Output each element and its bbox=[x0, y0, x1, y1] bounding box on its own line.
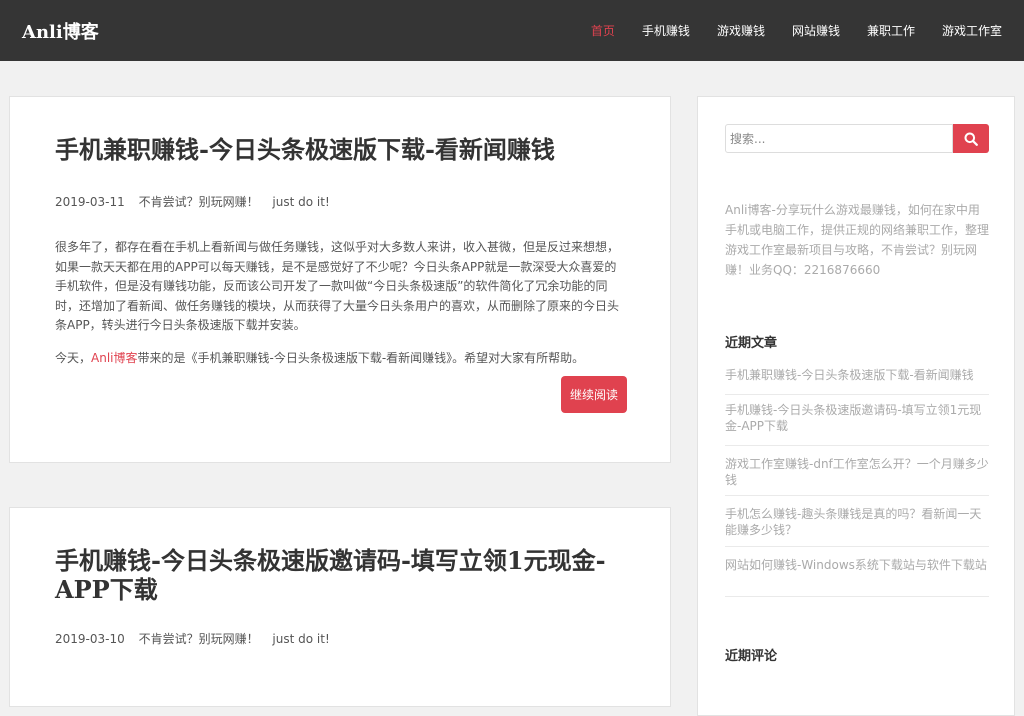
intro-suffix: 带来的是《手机兼职赚钱-今日头条极速版下载-看新闻赚钱》。希望对大家有所帮助。 bbox=[137, 351, 585, 365]
recent-post-link[interactable]: 手机兼职赚钱-今日头条极速版下载-看新闻赚钱 bbox=[725, 368, 974, 382]
site-logo[interactable]: Anli博客 bbox=[22, 18, 99, 44]
site-description: Anli博客-分享玩什么游戏最赚钱，如何在家中用手机或电脑工作，提供正规的网络兼… bbox=[725, 203, 990, 277]
read-more-button[interactable]: 继续阅读 bbox=[561, 376, 627, 413]
post-category[interactable]: 不肯尝试？别玩网赚！ bbox=[139, 632, 259, 646]
nav-website-money[interactable]: 网站赚钱 bbox=[792, 22, 840, 39]
nav-game-money[interactable]: 游戏赚钱 bbox=[717, 22, 765, 39]
post-intro: 今天，Anli博客带来的是《手机兼职赚钱-今日头条极速版下载-看新闻赚钱》。希望… bbox=[55, 349, 627, 366]
intro-prefix: 今天， bbox=[55, 351, 92, 365]
search-button[interactable] bbox=[953, 124, 989, 153]
sidebar: Anli博客-分享玩什么游戏最赚钱，如何在家中用手机或电脑工作，提供正规的网络兼… bbox=[697, 96, 1015, 716]
list-item: 网站如何赚钱-Windows系统下载站与软件下载站 bbox=[725, 547, 989, 597]
recent-post-link[interactable]: 手机赚钱-今日头条极速版邀请码-填写立领1元现金-APP下载 bbox=[725, 403, 981, 433]
main-nav: 首页 手机赚钱 游戏赚钱 网站赚钱 兼职工作 游戏工作室 bbox=[591, 0, 1024, 61]
intro-brand-link[interactable]: Anli博客 bbox=[91, 351, 137, 365]
post-excerpt: 很多年了，都存在看在手机上看新闻与做任务赚钱，这似乎对大多数人来讲，收入甚微，但… bbox=[55, 240, 620, 332]
post-card: 手机兼职赚钱-今日头条极速版下载-看新闻赚钱 2019-03-11 不肯尝试？别… bbox=[9, 96, 671, 463]
post-meta: 2019-03-10 不肯尝试？别玩网赚！ just do it! bbox=[55, 630, 340, 647]
post-card: 手机赚钱-今日头条极速版邀请码-填写立领1元现金-APP下载 2019-03-1… bbox=[9, 507, 671, 707]
list-item: 手机赚钱-今日头条极速版邀请码-填写立领1元现金-APP下载 bbox=[725, 395, 989, 446]
post-title[interactable]: 手机兼职赚钱-今日头条极速版下载-看新闻赚钱 bbox=[55, 135, 625, 164]
recent-comments-title: 近期评论 bbox=[725, 649, 778, 664]
post-category[interactable]: 不肯尝试？别玩网赚！ bbox=[139, 195, 259, 209]
site-header: Anli博客 首页 手机赚钱 游戏赚钱 网站赚钱 兼职工作 游戏工作室 bbox=[0, 0, 1024, 61]
nav-game-studio[interactable]: 游戏工作室 bbox=[942, 22, 1002, 39]
post-author[interactable]: just do it! bbox=[272, 195, 329, 209]
list-item: 手机兼职赚钱-今日头条极速版下载-看新闻赚钱 bbox=[725, 359, 989, 395]
recent-post-link[interactable]: 网站如何赚钱-Windows系统下载站与软件下载站 bbox=[725, 558, 987, 572]
list-item: 手机怎么赚钱-趣头条赚钱是真的吗？看新闻一天能赚多少钱？ bbox=[725, 496, 989, 547]
recent-posts-title: 近期文章 bbox=[725, 336, 778, 351]
post-date[interactable]: 2019-03-11 bbox=[55, 195, 125, 209]
search-icon bbox=[964, 132, 978, 146]
recent-post-link[interactable]: 手机怎么赚钱-趣头条赚钱是真的吗？看新闻一天能赚多少钱？ bbox=[725, 507, 981, 537]
recent-posts-list: 手机兼职赚钱-今日头条极速版下载-看新闻赚钱 手机赚钱-今日头条极速版邀请码-填… bbox=[725, 359, 989, 597]
nav-phone-money[interactable]: 手机赚钱 bbox=[642, 22, 690, 39]
recent-post-link[interactable]: 游戏工作室赚钱-dnf工作室怎么开？一个月赚多少钱 bbox=[725, 457, 989, 487]
post-title[interactable]: 手机赚钱-今日头条极速版邀请码-填写立领1元现金-APP下载 bbox=[55, 546, 625, 604]
list-item: 游戏工作室赚钱-dnf工作室怎么开？一个月赚多少钱 bbox=[725, 446, 989, 496]
post-meta: 2019-03-11 不肯尝试？别玩网赚！ just do it! bbox=[55, 193, 340, 210]
nav-home[interactable]: 首页 bbox=[591, 22, 615, 39]
nav-part-time[interactable]: 兼职工作 bbox=[867, 22, 915, 39]
search-input[interactable] bbox=[725, 124, 953, 153]
post-author[interactable]: just do it! bbox=[272, 632, 329, 646]
post-date[interactable]: 2019-03-10 bbox=[55, 632, 125, 646]
